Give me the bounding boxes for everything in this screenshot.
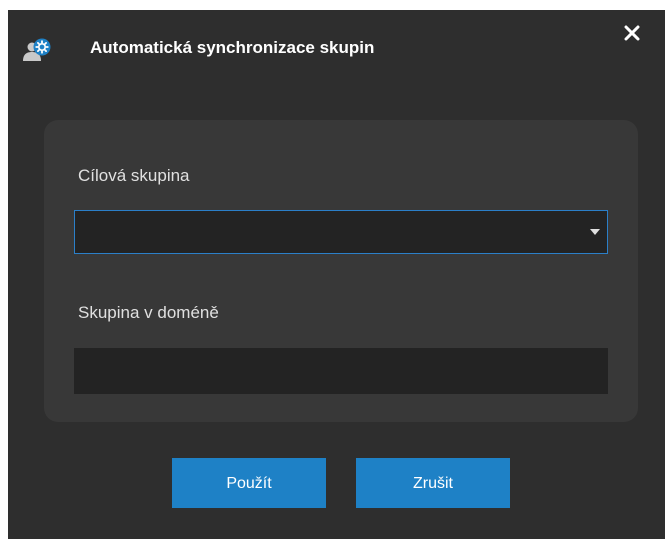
sync-dialog: Automatická synchronizace skupin Cílová … [8,10,665,539]
chevron-down-icon [590,229,600,235]
domain-group-label: Skupina v doméně [78,303,219,322]
target-group-label: Cílová skupina [78,166,190,185]
target-group-select[interactable] [74,210,608,254]
group-sync-icon [22,38,54,62]
cancel-button[interactable]: Zrušit [356,458,510,508]
form-panel: Cílová skupina Skupina v doméně [44,120,638,422]
apply-button[interactable]: Použít [172,458,326,508]
dialog-title: Automatická synchronizace skupin [90,38,375,57]
dialog-titlebar: Automatická synchronizace skupin [8,10,665,80]
domain-group-input[interactable] [74,348,608,394]
close-icon[interactable] [621,22,643,44]
